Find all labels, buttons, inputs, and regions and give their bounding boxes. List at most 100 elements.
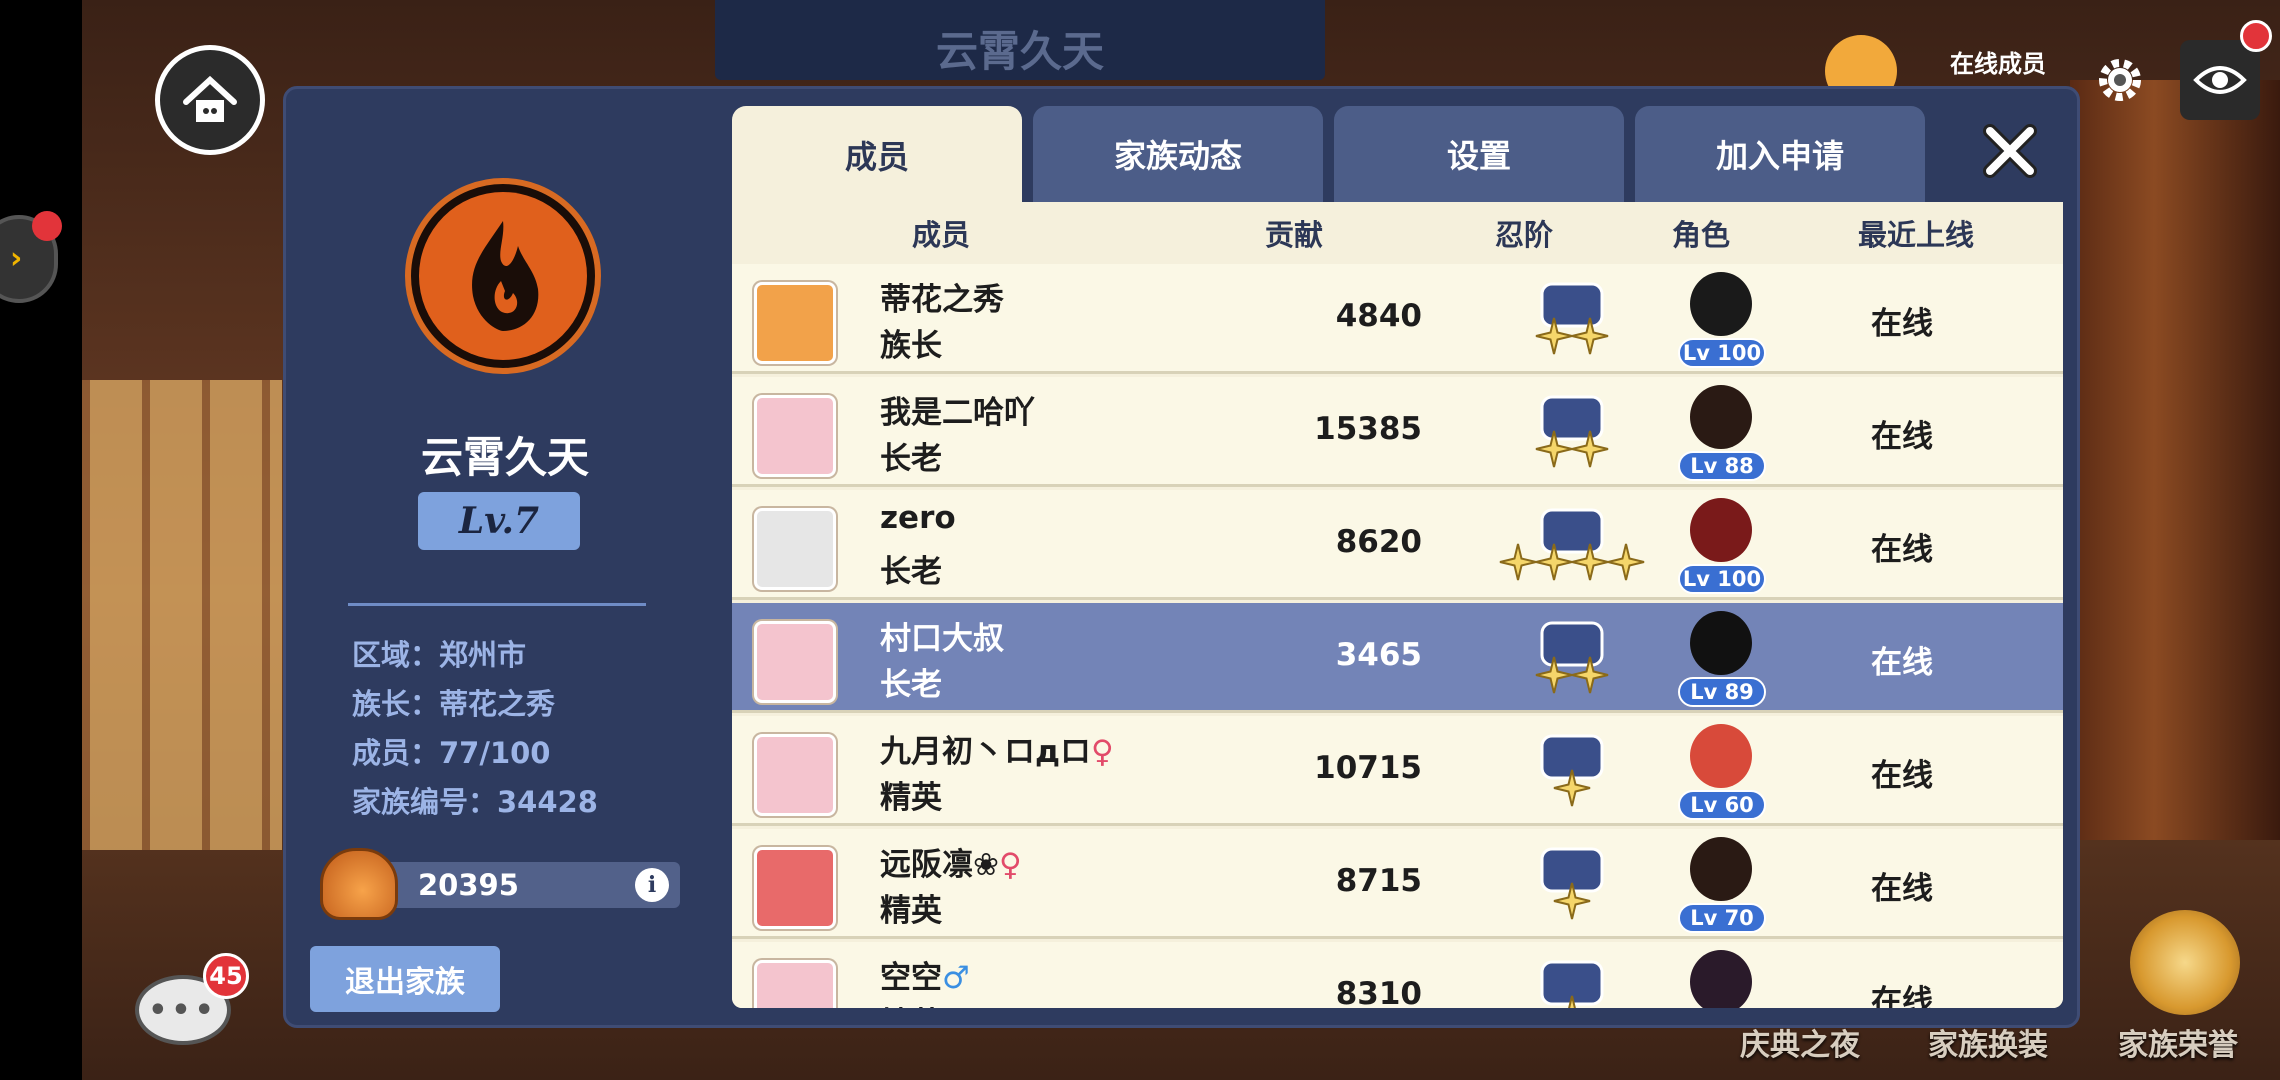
view-toggle-button[interactable] xyxy=(2180,40,2260,120)
chevron-right-icon: › xyxy=(10,241,23,276)
online-members-label: 在线成员 xyxy=(1950,50,2046,78)
top-banner: 云霄久天 xyxy=(715,0,1325,80)
home-icon xyxy=(183,75,237,122)
member-role[interactable]: Lv 60 xyxy=(1670,724,1770,824)
table-header: 成员 贡献 忍阶 角色 最近上线 xyxy=(732,202,2063,264)
tab-settings[interactable]: 设置 xyxy=(1334,106,1624,202)
member-contribution: 10715 xyxy=(1314,750,1422,786)
ninja-character-icon xyxy=(1690,950,1752,1008)
table-row[interactable]: 蒂花之秀 族长 4840 Lv 100 在线 xyxy=(732,264,2063,374)
member-online-status: 在线 xyxy=(1871,645,1933,681)
member-rank: 精英 xyxy=(880,893,942,929)
member-contribution: 8715 xyxy=(1335,863,1422,899)
gear-icon xyxy=(2099,59,2141,101)
funds-value: 20395 xyxy=(418,868,519,902)
table-row[interactable]: 我是二哈吖长老 15385 Lv 88 在线 xyxy=(732,377,2063,487)
leave-family-button[interactable]: 退出家族 xyxy=(310,946,500,1012)
member-role[interactable]: Lv 100 xyxy=(1670,498,1770,598)
header-role: 角色 xyxy=(1672,218,1731,252)
member-name: zero xyxy=(880,500,956,536)
ninja-rank-emblem xyxy=(1540,960,1604,1008)
female-icon: ♀ xyxy=(998,847,1022,883)
ninja-rank-emblem xyxy=(1535,282,1609,355)
ninja-rank-emblem xyxy=(1535,621,1609,694)
close-icon xyxy=(1983,124,2037,178)
member-online-status: 在线 xyxy=(1871,419,1933,455)
money-bag-icon xyxy=(320,848,398,920)
ninja-character-icon xyxy=(1690,724,1752,788)
member-name: 蒂花之秀 xyxy=(880,282,1004,318)
ninja-character-icon xyxy=(1690,385,1752,449)
ninja-character-icon xyxy=(1690,272,1752,336)
member-name: 远阪凛❀♀ xyxy=(880,847,1022,883)
member-contribution: 3465 xyxy=(1335,637,1422,673)
notification-dot xyxy=(2240,20,2272,52)
role-level-badge: Lv 60 xyxy=(1678,790,1766,820)
family-honor-icon[interactable] xyxy=(2130,910,2240,1015)
wooden-pillar-right xyxy=(2070,80,2280,840)
family-leader: 族长：蒂花之秀 xyxy=(352,687,556,721)
member-contribution: 8620 xyxy=(1335,524,1422,560)
chat-button[interactable]: ••• 45 xyxy=(135,953,249,1055)
ninja-character-icon xyxy=(1690,498,1752,562)
family-id: 家族编号：34428 xyxy=(352,785,598,819)
member-role[interactable]: Lv 88 xyxy=(1670,385,1770,485)
side-expand-button[interactable]: › xyxy=(0,211,62,303)
member-avatar[interactable] xyxy=(754,508,836,590)
member-avatar[interactable] xyxy=(754,847,836,929)
table-row[interactable]: 九月初丶ロдロ♀ 精英 10715 Lv 60 在线 xyxy=(732,716,2063,826)
table-row[interactable]: 村口大叔 长老 3465 Lv 89 在线 xyxy=(732,603,2063,713)
member-rank: 长老 xyxy=(880,554,942,590)
family-member-count: 成员：77/100 xyxy=(352,736,551,770)
ninja-rank-emblem xyxy=(1535,395,1609,468)
close-button[interactable] xyxy=(1975,116,2045,186)
ninja-rank-emblem xyxy=(1540,847,1604,920)
family-funds: 20395 i xyxy=(320,848,682,920)
funds-bar xyxy=(360,862,680,908)
table-row[interactable]: zero 长老 8620 Lv 100 在线 xyxy=(732,490,2063,600)
header-last-online: 最近上线 xyxy=(1858,218,1975,252)
tab-join-requests[interactable]: 加入申请 xyxy=(1635,106,1925,202)
role-level-badge: Lv 88 xyxy=(1678,451,1766,481)
tab-members[interactable]: 成员 xyxy=(732,106,1022,204)
family-region: 区域：郑州市 xyxy=(352,638,527,672)
shoji-door-left xyxy=(82,380,282,850)
tab-family-news[interactable]: 家族动态 xyxy=(1033,106,1323,202)
info-icon[interactable]: i xyxy=(635,868,669,902)
settings-button[interactable] xyxy=(2085,45,2155,115)
member-avatar[interactable] xyxy=(754,282,836,364)
ninja-badge xyxy=(1540,395,1604,441)
ninja-badge xyxy=(1540,282,1604,328)
ninja-rank-emblem xyxy=(1499,508,1645,581)
member-online-status: 在线 xyxy=(1871,758,1933,794)
male-icon: ♂ xyxy=(942,960,970,996)
member-contribution: 8310 xyxy=(1335,976,1422,1008)
table-row[interactable]: 远阪凛❀♀ 精英 8715 Lv 70 在线 xyxy=(732,829,2063,939)
member-contribution: 15385 xyxy=(1314,411,1422,447)
member-role[interactable]: Lv 70 xyxy=(1670,837,1770,937)
header-ninja-rank: 忍阶 xyxy=(1495,218,1554,252)
family-honor-link[interactable]: 家族荣誉 xyxy=(2118,1020,2238,1064)
member-avatar[interactable] xyxy=(754,960,836,1008)
member-online-status: 在线 xyxy=(1871,984,1933,1008)
notification-dot xyxy=(32,211,62,241)
member-role[interactable] xyxy=(1670,950,1770,1008)
eye-icon xyxy=(2193,66,2247,94)
flame-icon xyxy=(472,221,539,331)
member-role[interactable]: Lv 89 xyxy=(1670,611,1770,711)
header-contribution: 贡献 xyxy=(1265,218,1324,252)
member-table: 成员 贡献 忍阶 角色 最近上线 蒂花之秀 族长 4840 Lv 100 在线 我是二哈吖… xyxy=(732,202,2063,1008)
member-rank: 长老 xyxy=(880,441,942,477)
member-role[interactable]: Lv 100 xyxy=(1670,272,1770,372)
member-name: 我是二哈吖 xyxy=(880,395,1035,431)
member-avatar[interactable] xyxy=(754,621,836,703)
table-row[interactable]: 空空♂ 精英 8310 在线 xyxy=(732,942,2063,1008)
ninja-badge xyxy=(1540,508,1604,554)
member-avatar[interactable] xyxy=(754,734,836,816)
member-avatar[interactable] xyxy=(754,395,836,477)
role-level-badge: Lv 100 xyxy=(1678,338,1766,368)
header-member: 成员 xyxy=(912,218,971,252)
member-online-status: 在线 xyxy=(1871,306,1933,342)
member-online-status: 在线 xyxy=(1871,532,1933,568)
home-button[interactable] xyxy=(155,45,265,155)
